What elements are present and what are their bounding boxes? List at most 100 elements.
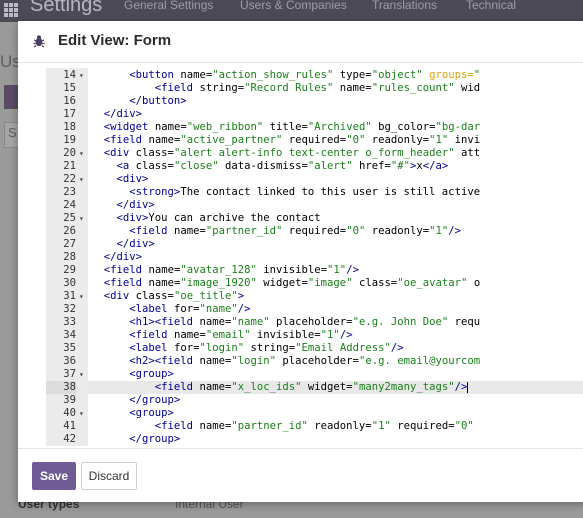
code-text: </group> bbox=[129, 433, 181, 445]
line-number: 18 bbox=[63, 121, 76, 133]
line-number: 31 bbox=[63, 290, 76, 302]
code-line[interactable]: 17 </div> bbox=[46, 108, 583, 121]
code-text: <h1><field name="name" placeholder="e.g.… bbox=[129, 316, 481, 328]
dialog-footer: Save Discard bbox=[18, 448, 583, 503]
code-text: <field name="x_loc_ids" widget="many2man… bbox=[88, 381, 583, 394]
code-line[interactable]: 26 <field name="partner_id" required="0"… bbox=[46, 225, 583, 238]
menu-general-settings[interactable]: General Settings bbox=[124, 0, 213, 12]
dialog-header: Edit View: Form bbox=[18, 21, 583, 63]
line-number: 22 bbox=[63, 173, 76, 185]
discard-button[interactable]: Discard bbox=[81, 462, 137, 490]
code-line[interactable]: 42 </group> bbox=[46, 433, 583, 446]
code-line[interactable]: 27 </div> bbox=[46, 238, 583, 251]
code-text: <field string="Record Rules" name="rules… bbox=[154, 82, 481, 94]
code-line[interactable]: 14 ▾ <button name="action_show_rules" typ… bbox=[46, 69, 583, 82]
code-text: <label for="name"/> bbox=[129, 303, 251, 315]
code-text: <group> bbox=[129, 407, 174, 419]
code-text: <div> bbox=[116, 173, 149, 185]
code-line[interactable]: 23 <strong>The contact linked to this us… bbox=[46, 186, 583, 199]
line-number: 36 bbox=[63, 355, 76, 367]
line-number: 35 bbox=[63, 342, 76, 354]
code-text: </div> bbox=[103, 108, 143, 120]
line-number: 27 bbox=[63, 238, 76, 250]
code-line[interactable]: 35 <label for="login" string="Email Addr… bbox=[46, 342, 583, 355]
code-line[interactable]: 25 ▾ <div>You can archive the contact bbox=[46, 212, 583, 225]
code-text: <div>You can archive the contact bbox=[116, 212, 321, 224]
line-number: 33 bbox=[63, 316, 76, 328]
code-text: </group> bbox=[129, 394, 181, 406]
code-line[interactable]: 21 <a class="close" data-dismiss="alert"… bbox=[46, 160, 583, 173]
code-line[interactable]: 41 <field name="partner_id" readonly="1"… bbox=[46, 420, 583, 433]
code-line[interactable]: 28 </div> bbox=[46, 251, 583, 264]
code-text: <field name="email" invisible="1"/> bbox=[129, 329, 353, 341]
line-number: 25 bbox=[63, 212, 76, 224]
app-title: Settings bbox=[30, 0, 103, 16]
menu-technical[interactable]: Technical bbox=[466, 0, 516, 12]
line-number: 40 bbox=[63, 407, 76, 419]
code-line[interactable]: 16 </button> bbox=[46, 95, 583, 108]
fold-arrow-icon[interactable]: ▾ bbox=[79, 212, 84, 225]
line-number: 37 bbox=[63, 368, 76, 380]
line-number: 20 bbox=[63, 147, 76, 159]
line-number: 41 bbox=[63, 420, 76, 432]
code-line[interactable]: 38 <field name="x_loc_ids" widget="many2… bbox=[46, 381, 583, 394]
line-number: 14 bbox=[63, 69, 76, 81]
line-number: 17 bbox=[63, 108, 76, 120]
fold-arrow-icon[interactable]: ▾ bbox=[79, 69, 84, 82]
apps-grid-icon[interactable] bbox=[4, 3, 18, 17]
fold-arrow-icon[interactable]: ▾ bbox=[79, 173, 84, 186]
app-topbar: Settings General Settings Users & Compan… bbox=[0, 0, 583, 22]
line-number: 26 bbox=[63, 225, 76, 237]
fold-arrow-icon[interactable]: ▾ bbox=[79, 368, 84, 381]
code-line[interactable]: 31 ▾ <div class="oe_title"> bbox=[46, 290, 583, 303]
code-line[interactable]: 34 <field name="email" invisible="1"/> bbox=[46, 329, 583, 342]
code-line[interactable]: 37 ▾ <group> bbox=[46, 368, 583, 381]
dialog-title: Edit View: Form bbox=[58, 32, 172, 49]
code-line[interactable]: 20 ▾ <div class="alert alert-info text-ce… bbox=[46, 147, 583, 160]
line-number: 28 bbox=[63, 251, 76, 263]
fold-arrow-icon[interactable]: ▾ bbox=[79, 407, 84, 420]
code-text: <field name="avatar_128" invisible="1"/> bbox=[103, 264, 359, 276]
line-number: 23 bbox=[63, 186, 76, 198]
code-text: </div> bbox=[103, 251, 143, 263]
save-button[interactable]: Save bbox=[32, 462, 76, 490]
code-line[interactable]: 33 <h1><field name="name" placeholder="e… bbox=[46, 316, 583, 329]
code-line[interactable]: 24 </div> bbox=[46, 199, 583, 212]
line-number: 21 bbox=[63, 160, 76, 172]
fold-arrow-icon[interactable]: ▾ bbox=[79, 290, 84, 303]
code-line[interactable]: 39 </group> bbox=[46, 394, 583, 407]
code-line[interactable]: 32 <label for="name"/> bbox=[46, 303, 583, 316]
code-text: <field name="partner_id" required="0" re… bbox=[129, 225, 462, 237]
background-button bbox=[4, 85, 18, 109]
code-text: <group> bbox=[129, 368, 174, 380]
line-number: 15 bbox=[63, 82, 76, 94]
fold-arrow-icon[interactable]: ▾ bbox=[79, 147, 84, 160]
code-text: <div class="alert alert-info text-center… bbox=[103, 147, 481, 159]
line-number: 34 bbox=[63, 329, 76, 341]
code-text: <field name="image_1920" widget="image" … bbox=[103, 277, 481, 289]
code-line[interactable]: 29 <field name="avatar_128" invisible="1… bbox=[46, 264, 583, 277]
code-text: <h2><field name="login" placeholder="e.g… bbox=[129, 355, 481, 367]
code-text: <widget name="web_ribbon" title="Archive… bbox=[103, 121, 481, 133]
code-text: <strong>The contact linked to this user … bbox=[129, 186, 481, 198]
menu-translations[interactable]: Translations bbox=[372, 0, 437, 12]
code-line[interactable]: 30 <field name="image_1920" widget="imag… bbox=[46, 277, 583, 290]
code-line[interactable]: 19 <field name="active_partner" required… bbox=[46, 134, 583, 147]
line-number: 29 bbox=[63, 264, 76, 276]
code-text: <a class="close" data-dismiss="alert" hr… bbox=[116, 160, 449, 172]
menu-users-companies[interactable]: Users & Companies bbox=[240, 0, 347, 12]
code-line[interactable]: 22 ▾ <div> bbox=[46, 173, 583, 186]
line-number: 32 bbox=[63, 303, 76, 315]
code-text: <div class="oe_title"> bbox=[103, 290, 245, 302]
code-line[interactable]: 15 <field string="Record Rules" name="ru… bbox=[46, 82, 583, 95]
code-line[interactable]: 40 ▾ <group> bbox=[46, 407, 583, 420]
code-text: <label for="login" string="Email Address… bbox=[129, 342, 404, 354]
code-text: <field name="active_partner" required="0… bbox=[103, 134, 481, 146]
code-editor[interactable]: 14 ▾ <button name="action_show_rules" typ… bbox=[46, 68, 583, 446]
line-number: 30 bbox=[63, 277, 76, 289]
code-text: </button> bbox=[129, 95, 187, 107]
code-line[interactable]: 18 <widget name="web_ribbon" title="Arch… bbox=[46, 121, 583, 134]
line-number: 16 bbox=[63, 95, 76, 107]
line-number: 39 bbox=[63, 394, 76, 406]
code-line[interactable]: 36 <h2><field name="login" placeholder="… bbox=[46, 355, 583, 368]
